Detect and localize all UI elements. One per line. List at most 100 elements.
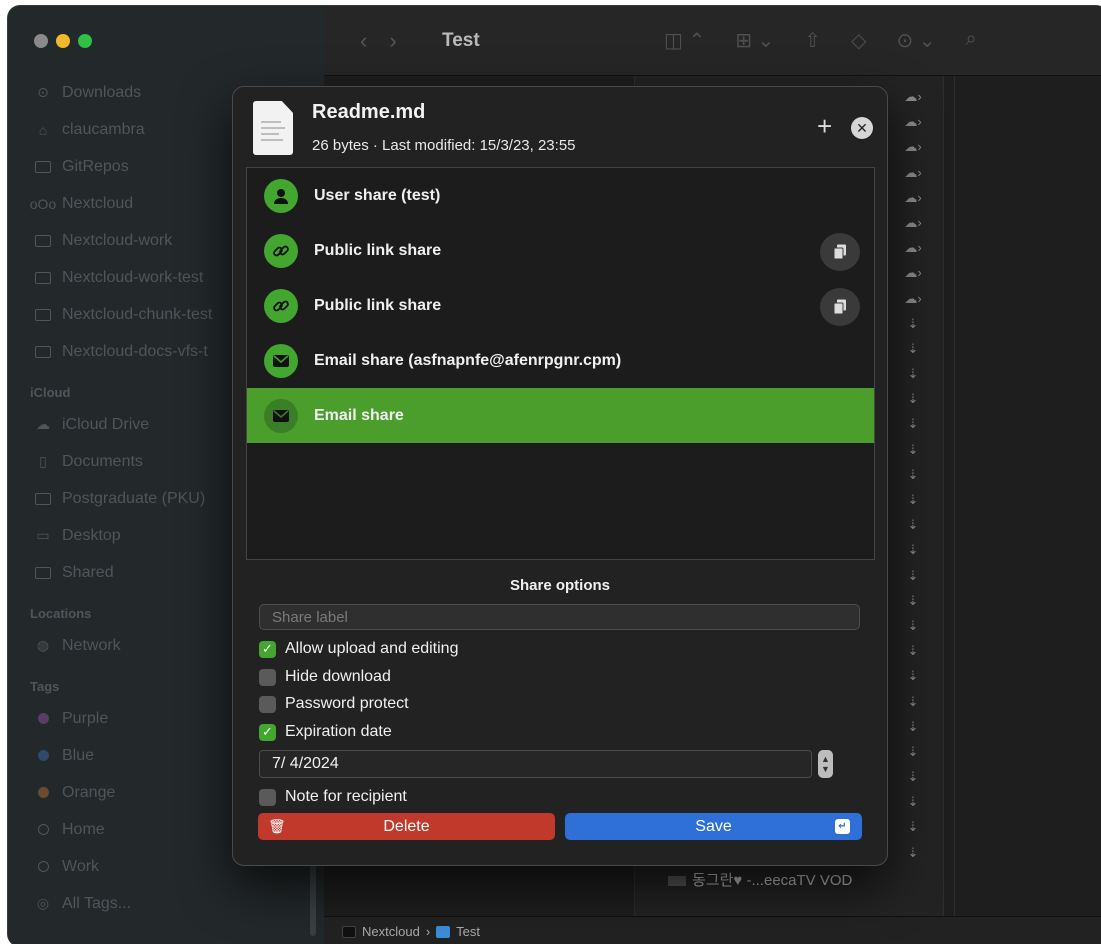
tag-icon[interactable]: ◇	[851, 28, 866, 53]
cloud-download-icon[interactable]: ⇣	[896, 487, 930, 512]
column-divider	[954, 76, 955, 916]
save-button[interactable]: Save ↵	[565, 813, 862, 840]
copy-link-button[interactable]	[820, 233, 860, 271]
sidebar-item-label: Home	[62, 820, 105, 838]
forward-icon[interactable]: ›	[389, 28, 418, 53]
folder-icon	[34, 232, 52, 250]
share-row[interactable]: Public link share	[247, 223, 874, 278]
share-row[interactable]: Email share (asfnapnfe@afenrpgnr.cpm)	[247, 333, 874, 388]
document-icon: ▯	[39, 453, 47, 469]
allow-upload-checkbox[interactable]: ✓ Allow upload and editing	[259, 640, 458, 658]
traffic-lights	[34, 34, 92, 48]
sidebar-item-label: Downloads	[62, 83, 142, 101]
checkbox-label: Expiration date	[285, 723, 392, 740]
back-icon[interactable]: ‹	[360, 28, 389, 53]
copy-link-button[interactable]	[820, 288, 860, 326]
cloud-download-icon[interactable]: ⇣	[896, 739, 930, 764]
cloud-download-icon[interactable]: ⇣	[896, 613, 930, 638]
checkbox-label: Hide download	[285, 668, 391, 685]
cloud-download-icon[interactable]: ⇣	[896, 638, 930, 663]
cloud-icon: ☁›	[904, 164, 922, 180]
checkbox-box	[259, 668, 276, 686]
share-label-input[interactable]	[259, 604, 860, 630]
file-row[interactable]: 동그란♥ -...eecaTV VOD	[668, 869, 852, 890]
cloud-icon: ☁›	[904, 240, 922, 256]
share-row[interactable]: Public link share	[247, 278, 874, 333]
file-icon	[253, 101, 293, 155]
note-for-recipient-checkbox[interactable]: Note for recipient	[259, 788, 407, 806]
sidebar-item-label: Shared	[62, 563, 114, 581]
hide-download-checkbox[interactable]: Hide download	[259, 668, 391, 686]
cloud-download-icon[interactable]: ⇣	[896, 386, 930, 411]
sidebar-item-label: iCloud Drive	[62, 415, 150, 433]
network-icon: ◍	[36, 637, 50, 653]
checkbox-label: Note for recipient	[285, 788, 407, 805]
download-icon: ⊙	[37, 84, 49, 100]
cloud-download-icon[interactable]: ⇣	[896, 462, 930, 487]
search-icon[interactable]: ⌕	[966, 28, 977, 53]
cloud-download-icon[interactable]: ⇣	[896, 361, 930, 386]
copy-icon	[833, 299, 846, 315]
minimize-window-button[interactable]	[56, 34, 70, 48]
toolbar-icons: ◫ ⌃ ⊞ ⌄ ⇧ ◇ ⊙ ⌄ ⌕	[664, 28, 977, 53]
share-row[interactable]: User share (test)	[247, 168, 874, 223]
cloud-download-icon[interactable]: ⇣	[896, 714, 930, 739]
expiration-date-field[interactable]: 7/ 4/2024	[259, 750, 812, 778]
close-window-button[interactable]	[34, 34, 48, 48]
share-sheet: Readme.md 26 bytes · Last modified: 15/3…	[232, 86, 888, 866]
date-stepper[interactable]: ▲ ▼	[818, 750, 833, 778]
delete-button[interactable]: 🗑 Delete	[258, 813, 555, 840]
sidebar-item-label: Blue	[62, 746, 95, 764]
cloud-icon: ☁	[36, 416, 50, 432]
expiration-date-checkbox[interactable]: ✓ Expiration date	[259, 723, 392, 741]
cloud-download-icon[interactable]: ⇣	[896, 563, 930, 588]
tag-ring-icon	[34, 858, 52, 876]
cloud-download-icon[interactable]: ⇣	[896, 588, 930, 613]
toolbar: ‹› Test ◫ ⌃ ⊞ ⌄ ⇧ ◇ ⊙ ⌄ ⌕	[324, 6, 1101, 76]
sidebar-item-label: Desktop	[62, 526, 121, 544]
cloud-download-icon[interactable]: ⇣	[896, 311, 930, 336]
folder-icon	[34, 490, 52, 508]
password-protect-checkbox[interactable]: Password protect	[259, 695, 409, 713]
sidebar-item-all-tags[interactable]: ◎ All Tags...	[8, 885, 324, 922]
close-button[interactable]: ✕	[851, 117, 873, 139]
link-icon	[264, 288, 298, 323]
cloud-download-icon[interactable]: ⇣	[896, 336, 930, 361]
zoom-window-button[interactable]	[78, 34, 92, 48]
return-key-icon: ↵	[835, 819, 850, 834]
chevron-up-icon[interactable]: ▲	[821, 754, 830, 764]
checkmark-icon: ✓	[259, 723, 276, 741]
window-title: Test	[442, 30, 480, 51]
sidebar-item-label: Nextcloud	[62, 194, 134, 212]
sidebar-item-label: Postgraduate (PKU)	[62, 489, 206, 507]
file-badge-icon	[668, 876, 686, 887]
download-status-column: ☁› ☁› ☁› ☁› ☁› ☁› ☁› ☁› ☁› ⇣ ⇣ ⇣ ⇣ ⇣ ⇣ ⇣…	[896, 84, 930, 865]
cloud-download-icon[interactable]: ⇣	[896, 689, 930, 714]
cloud-download-icon[interactable]: ⇣	[896, 411, 930, 436]
cloud-download-icon[interactable]: ⇣	[896, 512, 930, 537]
link-icon	[264, 233, 298, 268]
more-icon[interactable]: ⊙ ⌄	[896, 28, 935, 53]
nav-buttons: ‹›	[360, 28, 419, 54]
cloud-download-icon[interactable]: ⇣	[896, 537, 930, 562]
cloud-download-icon[interactable]: ⇣	[896, 789, 930, 814]
cloud-download-icon[interactable]: ⇣	[896, 814, 930, 839]
button-label: Save	[695, 817, 732, 835]
share-icon[interactable]: ⇧	[804, 28, 821, 53]
share-row-selected[interactable]: Email share	[247, 388, 874, 443]
cloud-download-icon[interactable]: ⇣	[896, 764, 930, 789]
cloud-download-icon[interactable]: ⇣	[896, 840, 930, 865]
group-icon[interactable]: ⊞ ⌄	[735, 28, 774, 53]
sidebar-item-label: Network	[62, 636, 121, 654]
checkbox-label: Password protect	[285, 695, 409, 712]
path-segment[interactable]: Nextcloud	[362, 924, 420, 939]
add-share-button[interactable]: +	[817, 113, 832, 139]
folder-icon	[436, 925, 451, 938]
checkbox-box	[259, 695, 276, 713]
view-columns-icon[interactable]: ◫ ⌃	[664, 28, 705, 53]
chevron-down-icon[interactable]: ▼	[821, 764, 830, 774]
path-segment[interactable]: Test	[456, 924, 480, 939]
button-label: Delete	[383, 817, 430, 835]
cloud-download-icon[interactable]: ⇣	[896, 663, 930, 688]
cloud-download-icon[interactable]: ⇣	[896, 437, 930, 462]
